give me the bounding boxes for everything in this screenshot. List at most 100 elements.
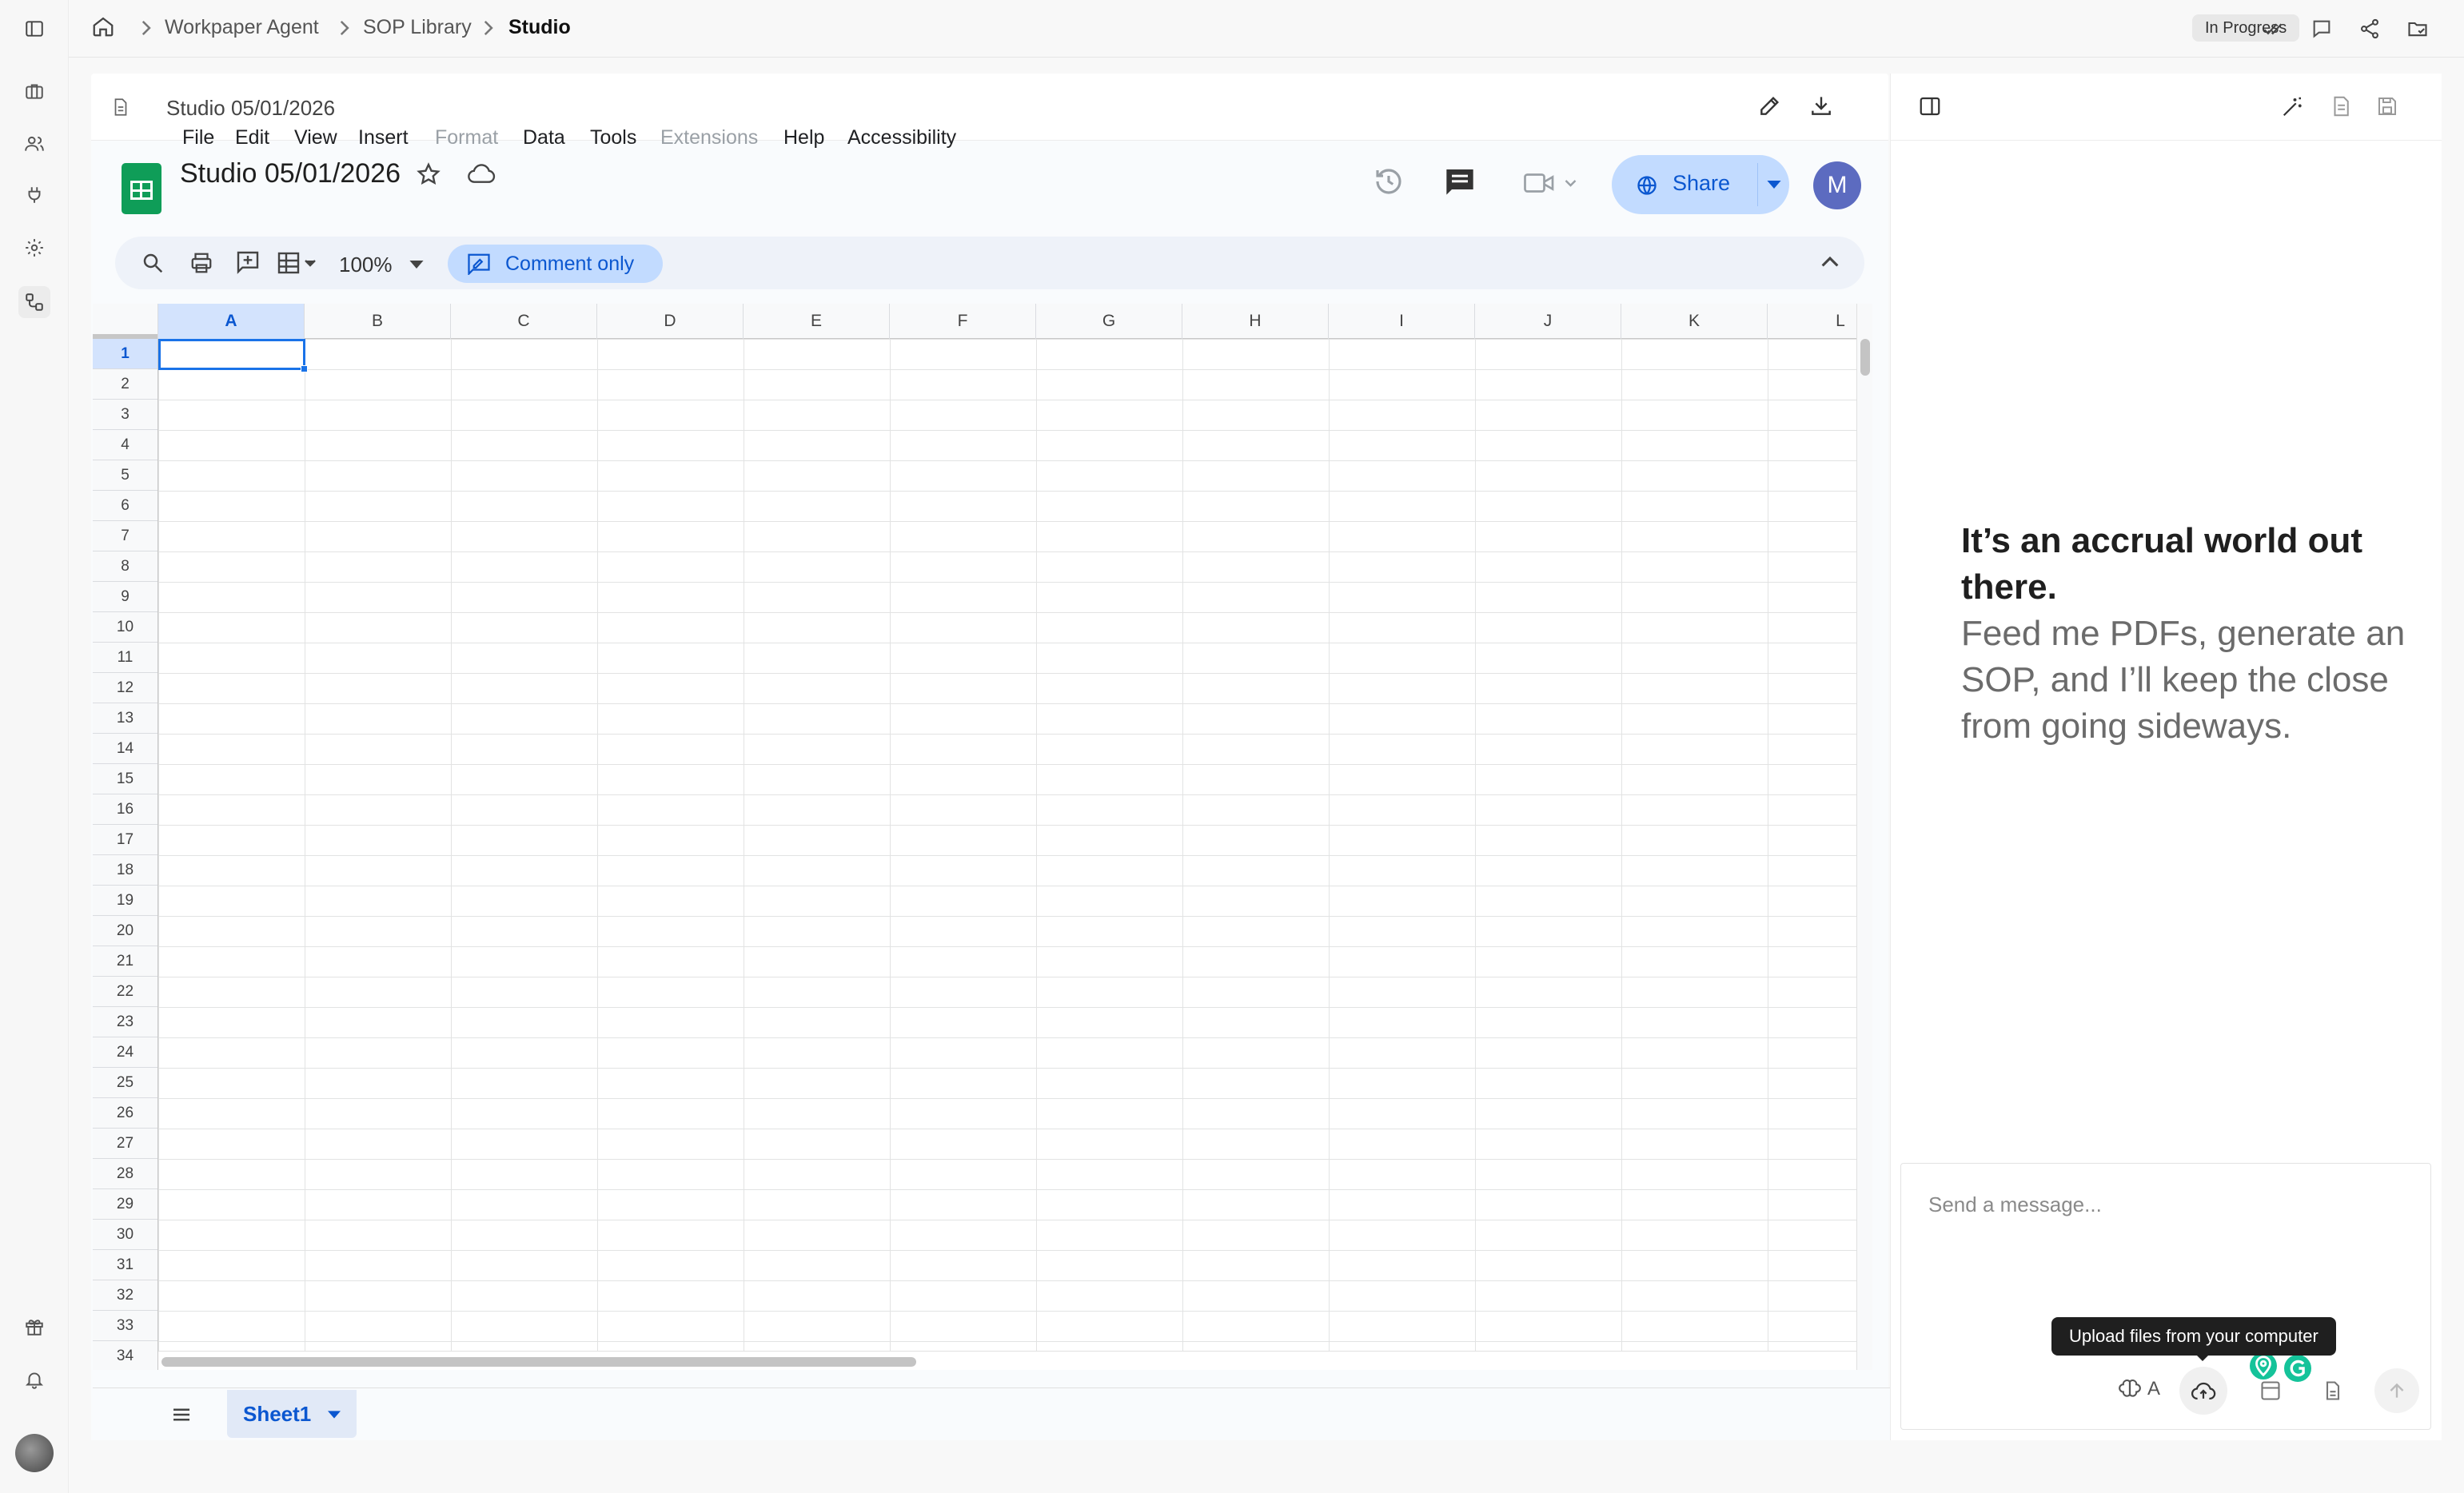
breadcrumb-sop-library[interactable]: SOP Library	[363, 16, 472, 39]
attach-document-icon[interactable]	[2322, 1380, 2344, 1402]
magic-wand-icon[interactable]	[2281, 94, 2305, 118]
cloud-icon[interactable]	[467, 163, 496, 185]
row-header[interactable]: 28	[93, 1159, 157, 1189]
star-icon[interactable]	[416, 161, 441, 187]
horizontal-scrollbar[interactable]	[158, 1351, 1856, 1370]
cell-area[interactable]	[158, 339, 1856, 1370]
download-icon[interactable]	[1808, 93, 1834, 118]
row-header[interactable]: 23	[93, 1007, 157, 1037]
chevron-down-icon[interactable]	[409, 261, 424, 269]
row-header[interactable]: 30	[93, 1220, 157, 1250]
briefcase-icon[interactable]	[18, 75, 50, 107]
plug-icon[interactable]	[18, 179, 50, 211]
message-input[interactable]	[1928, 1192, 2408, 1217]
row-header[interactable]: 17	[93, 825, 157, 855]
menu-data[interactable]: Data	[523, 126, 565, 149]
row-header[interactable]: 20	[93, 916, 157, 946]
select-all-corner[interactable]	[93, 304, 158, 339]
row-header[interactable]: 7	[93, 521, 157, 551]
row-header[interactable]: 8	[93, 551, 157, 582]
row-header[interactable]: 11	[93, 643, 157, 673]
version-history-icon[interactable]	[1372, 165, 1405, 198]
document-list-icon[interactable]	[2329, 94, 2353, 118]
row-header[interactable]: 5	[93, 460, 157, 491]
menu-file[interactable]: File	[182, 126, 214, 149]
row-header[interactable]: 9	[93, 582, 157, 612]
all-sheets-icon[interactable]	[169, 1403, 193, 1427]
sheet-title[interactable]: Studio 05/01/2026	[180, 158, 401, 189]
menu-tools[interactable]: Tools	[590, 126, 636, 149]
row-header[interactable]: 2	[93, 369, 157, 400]
column-header[interactable]: B	[305, 304, 451, 339]
grammarly-icon[interactable]	[2282, 1352, 2314, 1384]
sidebar-toggle-icon[interactable]	[18, 13, 50, 45]
workflow-icon[interactable]	[18, 286, 50, 318]
panel-toggle-icon[interactable]	[1918, 94, 1942, 118]
share-button[interactable]: Share	[1612, 155, 1789, 214]
column-header[interactable]: K	[1621, 304, 1768, 339]
gift-icon[interactable]	[18, 1311, 50, 1343]
menu-format[interactable]: Format	[435, 126, 498, 149]
menu-view[interactable]: View	[294, 126, 337, 149]
sheets-logo-icon[interactable]	[122, 163, 161, 214]
column-header[interactable]: H	[1182, 304, 1329, 339]
users-icon[interactable]	[18, 128, 50, 160]
gear-icon[interactable]	[18, 232, 50, 264]
row-header[interactable]: 25	[93, 1068, 157, 1098]
home-icon[interactable]	[91, 14, 115, 38]
menu-help[interactable]: Help	[783, 126, 824, 149]
breadcrumb-workpaper-agent[interactable]: Workpaper Agent	[165, 16, 319, 39]
share-icon[interactable]	[2354, 13, 2386, 45]
row-header[interactable]: 13	[93, 703, 157, 734]
menu-edit[interactable]: Edit	[235, 126, 269, 149]
menu-extensions[interactable]: Extensions	[660, 126, 758, 149]
print-icon[interactable]	[189, 251, 214, 275]
search-icon[interactable]	[141, 251, 165, 275]
column-header[interactable]: D	[597, 304, 744, 339]
add-comment-icon[interactable]	[235, 249, 261, 275]
zoom-select[interactable]: 100%	[339, 253, 393, 277]
double-check-icon[interactable]	[2258, 13, 2290, 45]
column-header[interactable]: G	[1036, 304, 1182, 339]
vertical-scrollbar[interactable]	[1856, 304, 1872, 1370]
row-header[interactable]: 1	[93, 339, 157, 369]
row-header[interactable]: 4	[93, 430, 157, 460]
menu-insert[interactable]: Insert	[358, 126, 409, 149]
column-header[interactable]: F	[890, 304, 1036, 339]
column-header[interactable]: A	[158, 304, 305, 339]
column-header[interactable]: C	[451, 304, 597, 339]
chevron-up-icon[interactable]	[1821, 256, 1839, 267]
active-cell[interactable]	[158, 339, 308, 372]
chevron-down-icon[interactable]	[1767, 181, 1781, 189]
row-header[interactable]: 29	[93, 1189, 157, 1220]
folder-check-icon[interactable]	[2402, 13, 2434, 45]
menu-accessibility[interactable]: Accessibility	[847, 126, 956, 149]
row-header[interactable]: 16	[93, 794, 157, 825]
column-header[interactable]: J	[1475, 304, 1621, 339]
row-header[interactable]: 26	[93, 1098, 157, 1129]
column-header[interactable]: E	[744, 304, 890, 339]
chevron-down-icon[interactable]	[328, 1411, 341, 1419]
row-header[interactable]: 3	[93, 400, 157, 430]
spreadsheet-grid[interactable]: ABCDEFGHIJKL 1 2 3 4 5 6 7 8 9 10 11 12 13 14 15 16 17 18…	[93, 304, 1872, 1370]
row-header[interactable]: 33	[93, 1311, 157, 1341]
row-header[interactable]: 27	[93, 1129, 157, 1159]
bell-icon[interactable]	[18, 1364, 50, 1395]
fill-handle[interactable]	[301, 365, 308, 372]
vertical-scroll-thumb[interactable]	[1860, 339, 1870, 376]
save-icon[interactable]	[2375, 94, 2399, 118]
insert-table-icon[interactable]	[277, 251, 325, 275]
column-header[interactable]: I	[1329, 304, 1475, 339]
comment-only-mode-button[interactable]: Comment only	[448, 245, 664, 283]
row-header[interactable]: 24	[93, 1037, 157, 1068]
row-header[interactable]: 10	[93, 612, 157, 643]
row-header[interactable]: 34	[93, 1341, 157, 1370]
model-selector[interactable]: A	[2119, 1378, 2160, 1400]
location-pin-icon[interactable]	[2250, 1352, 2277, 1380]
row-header[interactable]: 21	[93, 946, 157, 977]
send-button[interactable]	[2374, 1368, 2419, 1413]
row-header[interactable]: 31	[93, 1250, 157, 1280]
comment-icon[interactable]	[2306, 13, 2338, 45]
row-header[interactable]: 6	[93, 491, 157, 521]
row-header[interactable]: 12	[93, 673, 157, 703]
